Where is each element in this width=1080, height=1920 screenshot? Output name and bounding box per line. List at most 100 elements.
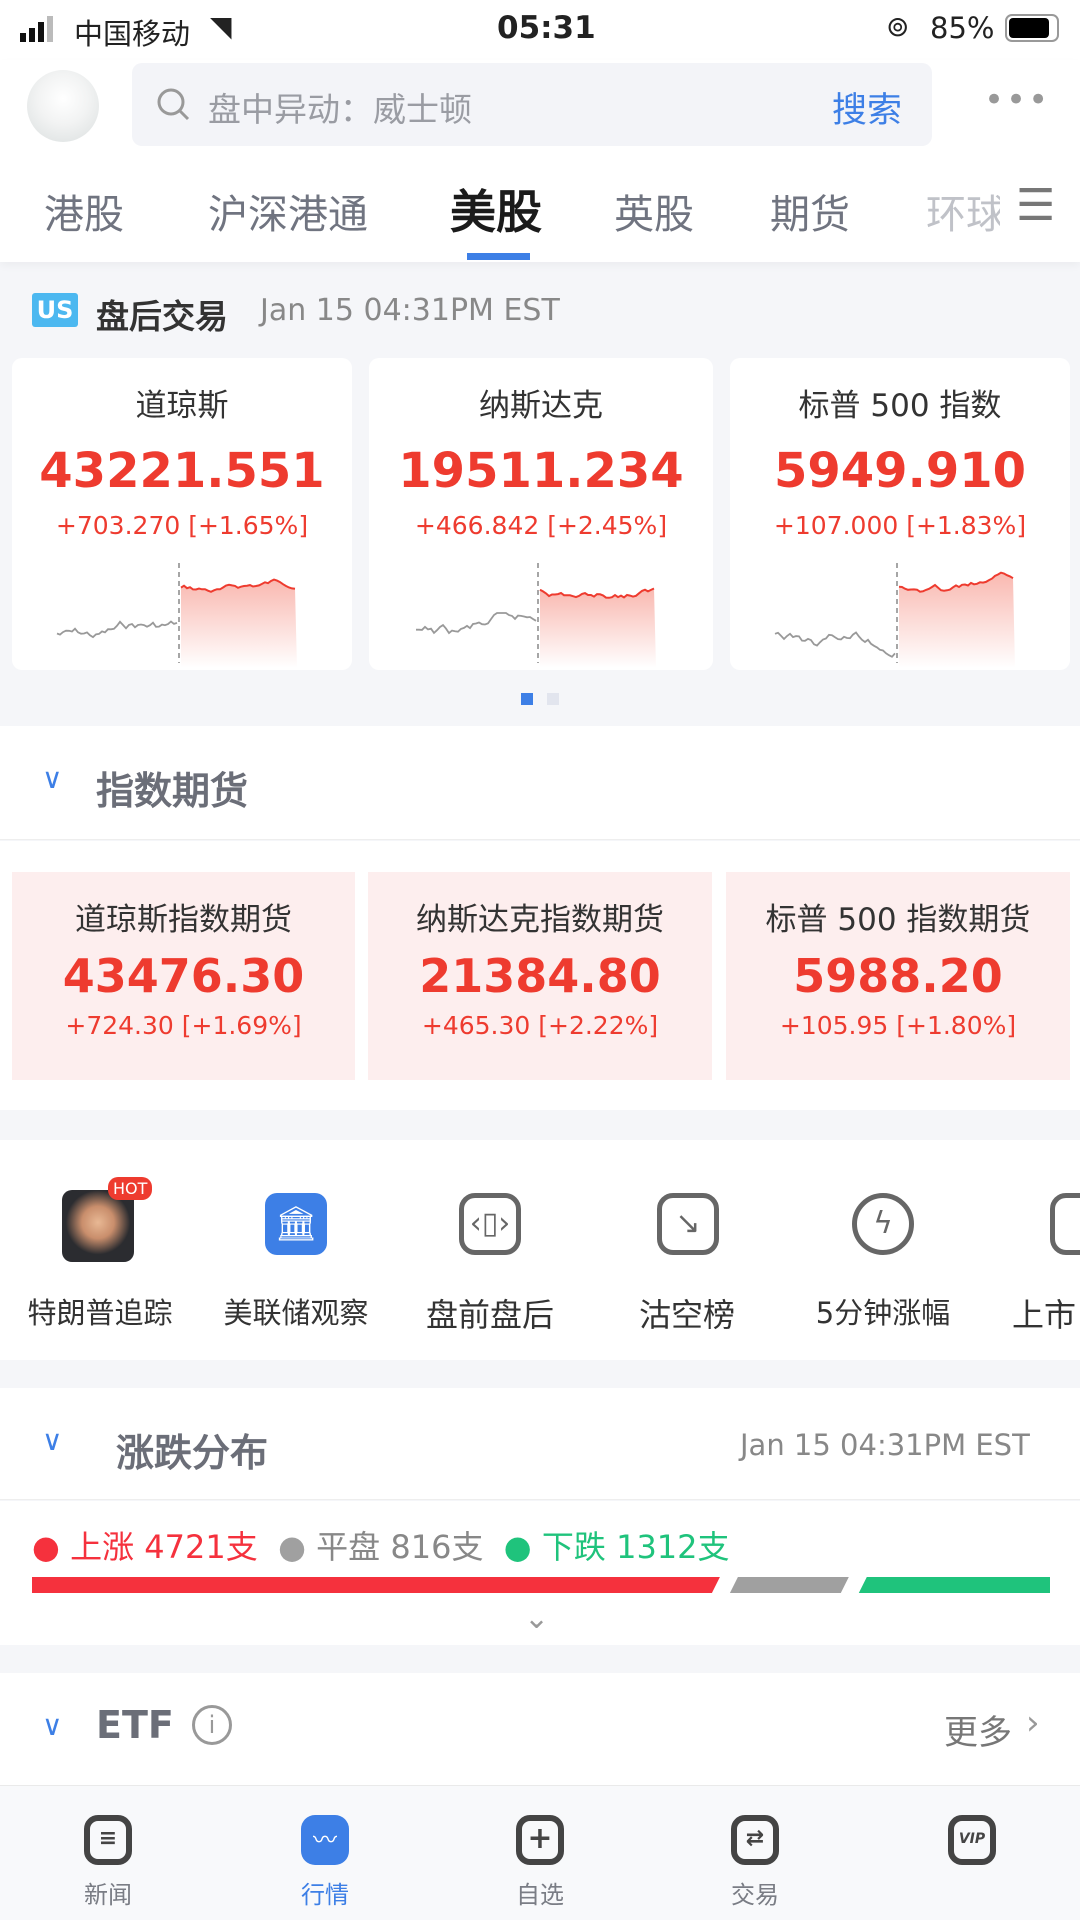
up-label: 上涨	[70, 1528, 135, 1566]
futures-card-nasdaq[interactable]: 纳斯达克指数期货 21384.80 +465.30 [+2.22%]	[368, 872, 712, 1080]
us-badge: US	[32, 293, 78, 327]
futures-name: 纳斯达克指数期货	[416, 902, 664, 938]
up-dot: ●	[32, 1528, 60, 1566]
trump-photo-icon[interactable]	[62, 1190, 134, 1262]
premarket-line	[56, 620, 178, 639]
futures-header[interactable]: ∨ 指数期货	[0, 726, 1080, 840]
hot-badge: HOT	[108, 1177, 153, 1200]
battery-percent: 85%	[930, 11, 995, 45]
quick-label[interactable]: 特朗普追踪	[0, 1290, 200, 1332]
futures-name: 标普 500 指数期货	[765, 902, 1031, 938]
index-name: 标普 500 指数	[798, 388, 1002, 424]
menu-icon[interactable]: ☰	[1016, 180, 1055, 231]
futures-card-dow[interactable]: 道琼斯指数期货 43476.30 +724.30 [+1.69%]	[12, 872, 355, 1080]
unit: 支	[697, 1528, 730, 1566]
chevron-down-icon[interactable]: ∨	[42, 1709, 63, 1742]
nav-vip[interactable]: VIP	[907, 1815, 1037, 1865]
candlestick-icon[interactable]: ‹▯›	[459, 1193, 521, 1255]
premarket-line	[416, 612, 537, 635]
market-icon: 〰	[301, 1815, 349, 1865]
index-value: 43221.551	[39, 443, 325, 499]
index-value: 19511.234	[398, 443, 684, 499]
quick-label[interactable]: 盘前盘后	[390, 1290, 590, 1336]
quick-label[interactable]: 5分钟涨幅	[783, 1290, 983, 1332]
nav-label: 新闻	[84, 1881, 132, 1909]
expand-chevron-icon[interactable]: ⌄	[524, 1601, 549, 1636]
flat-label: 平盘	[316, 1528, 381, 1566]
distribution-time: Jan 15 04:31PM EST	[740, 1428, 1030, 1462]
flat-segment	[729, 1577, 849, 1593]
up-segment	[32, 1577, 720, 1593]
ipo-icon[interactable]	[1050, 1193, 1080, 1255]
nav-label: 自选	[516, 1881, 564, 1909]
futures-card-sp500[interactable]: 标普 500 指数期货 5988.20 +105.95 [+1.80%]	[726, 872, 1070, 1080]
search-input[interactable]: 盘中异动：威士顿	[208, 83, 472, 131]
search-bar[interactable]: 盘中异动：威士顿 搜索	[132, 63, 932, 146]
chevron-down-icon[interactable]: ∨	[42, 1424, 63, 1457]
distribution-panel: ● 上涨 4721支 ● 平盘 816支 ● 下跌 1312支 ⌄	[0, 1501, 1080, 1645]
rotation-lock-icon: ⊚	[886, 10, 910, 43]
tab-futures[interactable]: 期货	[770, 182, 850, 240]
tab-connect[interactable]: 沪深港通	[208, 182, 368, 240]
quick-label[interactable]: 美联储观察	[196, 1290, 396, 1332]
down-count: 1312	[616, 1528, 698, 1566]
swap-icon: ⇄	[731, 1815, 779, 1865]
nav-label: 行情	[301, 1881, 349, 1909]
page-dot-active[interactable]	[521, 693, 533, 705]
nav-market[interactable]: 〰行情	[260, 1815, 390, 1910]
vip-icon: VIP	[948, 1815, 996, 1865]
down-segment	[858, 1577, 1050, 1593]
battery-icon	[1005, 14, 1059, 42]
search-button[interactable]: 搜索	[832, 82, 902, 133]
futures-value: 5988.20	[793, 949, 1003, 1003]
tab-us[interactable]: 美股	[450, 176, 542, 242]
etf-header[interactable]: ∨ ETF i 更多 ›	[0, 1673, 1080, 1785]
index-card-nasdaq[interactable]: 纳斯达克 19511.234 +466.842 [+2.45%]	[369, 358, 713, 670]
section-title: ETF	[96, 1703, 174, 1747]
more-icon[interactable]: •••	[984, 80, 1050, 120]
avatar[interactable]	[27, 70, 99, 142]
quick-label[interactable]: 沽空榜	[587, 1290, 787, 1336]
carrier: 中国移动	[74, 17, 191, 51]
signal-icon	[20, 16, 53, 42]
distribution-header[interactable]: ∨ 涨跌分布 Jan 15 04:31PM EST	[0, 1388, 1080, 1500]
more-link[interactable]: 更多	[944, 1705, 1012, 1754]
futures-name: 道琼斯指数期货	[75, 902, 292, 938]
index-card-dow[interactable]: 道琼斯 43221.551 +703.270 [+1.65%]	[12, 358, 352, 670]
quick-label[interactable]: 上市	[1012, 1290, 1080, 1336]
section-title: 涨跌分布	[116, 1431, 269, 1475]
section-title: 指数期货	[96, 769, 249, 813]
flat-dot: ●	[278, 1528, 306, 1566]
info-icon[interactable]: i	[192, 1705, 232, 1745]
unit: 支	[225, 1528, 258, 1566]
clock: 05:31	[497, 10, 596, 46]
futures-change: +465.30 [+2.22%]	[421, 1011, 659, 1040]
nav-label: 交易	[731, 1881, 779, 1909]
chevron-right-icon[interactable]: ›	[1026, 1703, 1040, 1743]
index-card-sp500[interactable]: 标普 500 指数 5949.910 +107.000 [+1.83%]	[730, 358, 1070, 670]
chevron-down-icon[interactable]: ∨	[42, 762, 63, 795]
up-count: 4721	[144, 1528, 226, 1566]
tab-indicator	[467, 253, 530, 260]
sparkline	[416, 563, 656, 668]
index-name: 道琼斯	[135, 388, 229, 424]
5min-gauge-icon[interactable]: ϟ	[852, 1193, 914, 1255]
tab-uk[interactable]: 英股	[614, 182, 694, 240]
plus-icon: +	[516, 1815, 564, 1865]
bank-icon[interactable]: 🏛	[265, 1193, 327, 1255]
down-label: 下跌	[541, 1528, 606, 1566]
session-time: Jan 15 04:31PM EST	[260, 293, 560, 328]
sparkline	[774, 563, 1015, 668]
down-dot: ●	[503, 1528, 532, 1566]
nav-trade[interactable]: ⇄ 交易	[690, 1815, 820, 1910]
tab-global[interactable]: 环球	[926, 182, 1000, 240]
wifi-icon: ◥	[210, 10, 232, 43]
page-dot[interactable]	[547, 693, 559, 705]
short-chart-icon[interactable]: ↘	[657, 1193, 719, 1255]
tab-hk[interactable]: 港股	[44, 182, 124, 240]
futures-value: 43476.30	[62, 949, 305, 1003]
nav-news[interactable]: ≡ 新闻	[43, 1815, 173, 1910]
nav-watchlist[interactable]: + 自选	[475, 1815, 605, 1910]
index-value: 5949.910	[773, 443, 1027, 499]
sparkline	[56, 563, 297, 668]
